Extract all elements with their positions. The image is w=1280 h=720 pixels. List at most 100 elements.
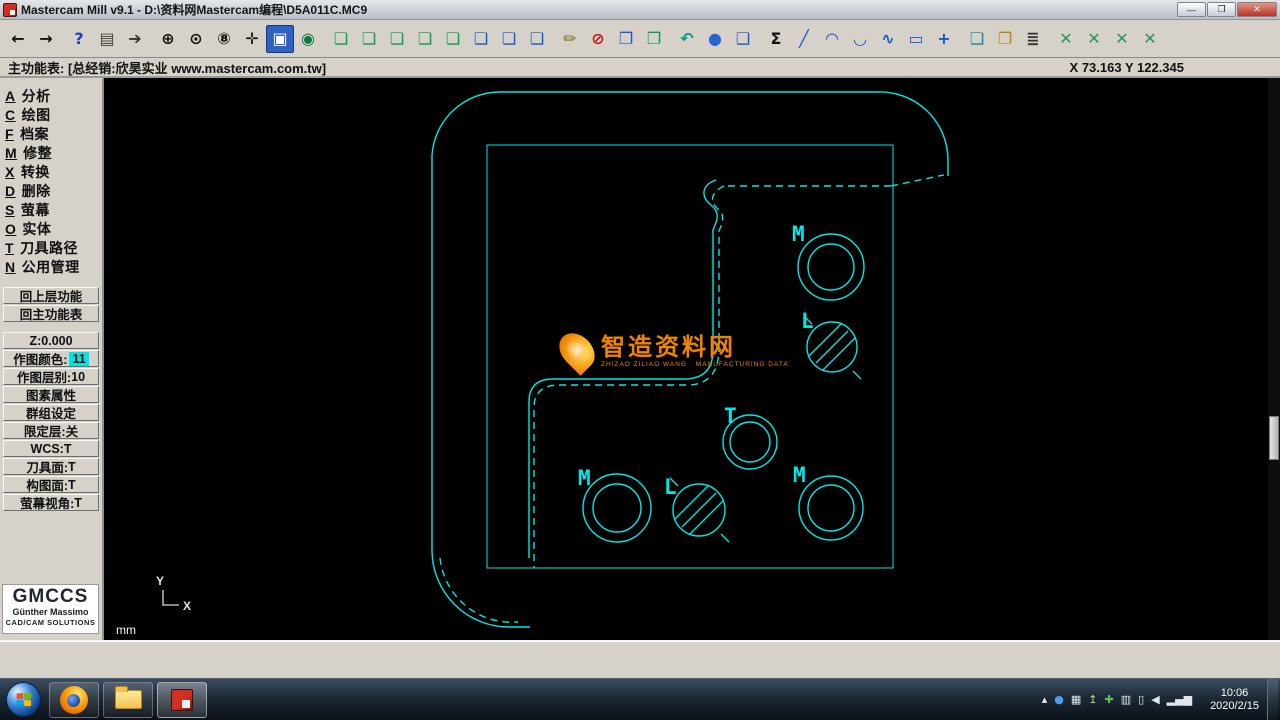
screen-copy-button[interactable]: ❐: [612, 25, 640, 53]
menu-item-label: 刀具路径: [20, 238, 78, 258]
status-label: 图素属性: [26, 385, 76, 404]
trim-2-button[interactable]: ✕: [1080, 25, 1108, 53]
show-desktop-button[interactable]: [1267, 679, 1278, 720]
draw-color-button[interactable]: 作图颜色:11: [3, 350, 99, 367]
trim-3-button[interactable]: ✕: [1108, 25, 1136, 53]
network-icon[interactable]: ▂▄▆: [1167, 694, 1192, 705]
part-contour-dashed: [440, 175, 944, 622]
pan-button[interactable]: ✛: [238, 25, 266, 53]
zoom-previous-button[interactable]: ⊙: [182, 25, 210, 53]
scrollbar-thumb[interactable]: [1269, 416, 1279, 460]
upload-icon[interactable]: ↥: [1088, 694, 1097, 705]
menu-item-f[interactable]: F档案: [0, 124, 102, 143]
cplane-side-button[interactable]: ❏: [523, 25, 551, 53]
gview-side-button[interactable]: ❏: [439, 25, 467, 53]
watermark-subtext: ZHIZAO ZILIAO WANG · MANUFACTURING DATA: [601, 361, 789, 368]
ime-icon[interactable]: ▦: [1071, 694, 1081, 705]
menu-item-label: 删除: [22, 181, 51, 201]
watermark: 智造资料网 ZHIZAO ZILIAO WANG · MANUFACTURING…: [562, 331, 789, 371]
menu-item-a[interactable]: A分析: [0, 86, 102, 105]
menu-item-m[interactable]: M修整: [0, 143, 102, 162]
select-help-button[interactable]: ➔: [121, 25, 149, 53]
display-icon[interactable]: ▥: [1121, 694, 1131, 705]
solids-cube-button[interactable]: ❏: [963, 25, 991, 53]
draw-level-button[interactable]: 作图层别: 10: [3, 368, 99, 385]
help-button[interactable]: ?: [65, 25, 93, 53]
clock-time: 10:06: [1210, 687, 1259, 700]
drawing-canvas[interactable]: Y X mm MLTMLM 智造资料网 ZHIZAO ZILIAO WANG ·…: [104, 78, 1268, 640]
menu-item-s[interactable]: S萤幕: [0, 200, 102, 219]
zoom-target-button[interactable]: ◉: [294, 25, 322, 53]
explorer-button[interactable]: [103, 682, 153, 718]
create-line-button[interactable]: ╱: [790, 25, 818, 53]
volume-icon[interactable]: ◀: [1151, 694, 1159, 705]
trim-divide-button[interactable]: ✕: [1136, 25, 1164, 53]
repaint-button[interactable]: ✏: [556, 25, 584, 53]
zoom-previous-icon: ⊙: [189, 29, 202, 48]
minimize-button[interactable]: —: [1177, 2, 1206, 17]
gview-isometric-button[interactable]: ❏: [327, 25, 355, 53]
taskbar-clock[interactable]: 10:06 2020/2/15: [1210, 687, 1259, 713]
cplane-front-button[interactable]: ❏: [495, 25, 523, 53]
status-label: 构图面:: [26, 475, 68, 494]
wcs-button[interactable]: WCS: T: [3, 440, 99, 457]
toolpath-folder-button[interactable]: ❒: [991, 25, 1019, 53]
screen-view-button[interactable]: 萤幕视角: T: [3, 494, 99, 511]
vertical-scrollbar[interactable]: [1268, 78, 1280, 640]
mastercam-taskbar-button[interactable]: [157, 682, 207, 718]
create-spline-button[interactable]: ∿: [874, 25, 902, 53]
create-rectangle-button[interactable]: ▭: [902, 25, 930, 53]
gview-axonometric-button[interactable]: ❏: [355, 25, 383, 53]
zoom-scale-08-button[interactable]: ⑧: [210, 25, 238, 53]
construction-plane-button[interactable]: 构图面: T: [3, 476, 99, 493]
show-hidden-icon[interactable]: ▴: [1042, 694, 1048, 705]
stats-window-button[interactable]: ❑: [729, 25, 757, 53]
trim-1-button[interactable]: ✕: [1052, 25, 1080, 53]
file-notes-button[interactable]: ▤: [93, 25, 121, 53]
status-label: 限定层:: [24, 421, 66, 440]
create-point-button[interactable]: +: [930, 25, 958, 53]
menu-item-d[interactable]: D删除: [0, 181, 102, 200]
screen-paste-button[interactable]: ❐: [640, 25, 668, 53]
back-up-menu-button[interactable]: 回上层功能: [3, 287, 99, 304]
menu-item-label: 分析: [22, 86, 51, 106]
zoom-in-button[interactable]: ⊕: [154, 25, 182, 53]
close-button[interactable]: ✕: [1237, 2, 1277, 17]
entity-attributes-button[interactable]: 图素属性: [3, 386, 99, 403]
cplane-top-button[interactable]: ❏: [467, 25, 495, 53]
menu-item-x[interactable]: X转换: [0, 162, 102, 181]
group-settings-button[interactable]: 群组设定: [3, 404, 99, 421]
undo-button[interactable]: ↶: [673, 25, 701, 53]
maximize-button[interactable]: ❐: [1207, 2, 1236, 17]
create-fillet-button[interactable]: ◡: [846, 25, 874, 53]
menu-item-t[interactable]: T刀具路径: [0, 238, 102, 257]
repaint-icon: ✏: [563, 29, 576, 48]
security-icon[interactable]: ✚: [1105, 694, 1114, 705]
zoom-window-button[interactable]: ▣: [266, 25, 294, 53]
create-arc-button[interactable]: ◠: [818, 25, 846, 53]
device-icon[interactable]: ▯: [1138, 694, 1144, 705]
forward-arrow-button[interactable]: →: [32, 25, 60, 53]
prompt-area: [0, 640, 1280, 678]
cplane-top-icon: ❏: [474, 29, 488, 48]
operations-manager-button[interactable]: ≣: [1019, 25, 1047, 53]
limit-level-button[interactable]: 限定层: 关: [3, 422, 99, 439]
status-value: T: [64, 442, 72, 456]
gview-front-button[interactable]: ❏: [411, 25, 439, 53]
axis-indicator: Y X: [156, 574, 191, 613]
sigma-button[interactable]: Σ: [762, 25, 790, 53]
clear-colors-button[interactable]: ⊘: [584, 25, 612, 53]
hole-label-m-3: M: [578, 466, 591, 490]
main-menu-button[interactable]: 回主功能表: [3, 305, 99, 322]
tool-plane-button[interactable]: 刀具面: T: [3, 458, 99, 475]
z-depth-button[interactable]: Z: 0.000: [3, 332, 99, 349]
menu-item-n[interactable]: N公用管理: [0, 257, 102, 276]
gview-top-button[interactable]: ❏: [383, 25, 411, 53]
back-arrow-button[interactable]: ←: [4, 25, 32, 53]
start-button[interactable]: [6, 682, 41, 717]
shading-button[interactable]: ●: [701, 25, 729, 53]
menu-item-o[interactable]: O实体: [0, 219, 102, 238]
menu-item-c[interactable]: C绘图: [0, 105, 102, 124]
firefox-button[interactable]: [49, 682, 99, 718]
app-blue-icon[interactable]: ●: [1054, 694, 1064, 705]
